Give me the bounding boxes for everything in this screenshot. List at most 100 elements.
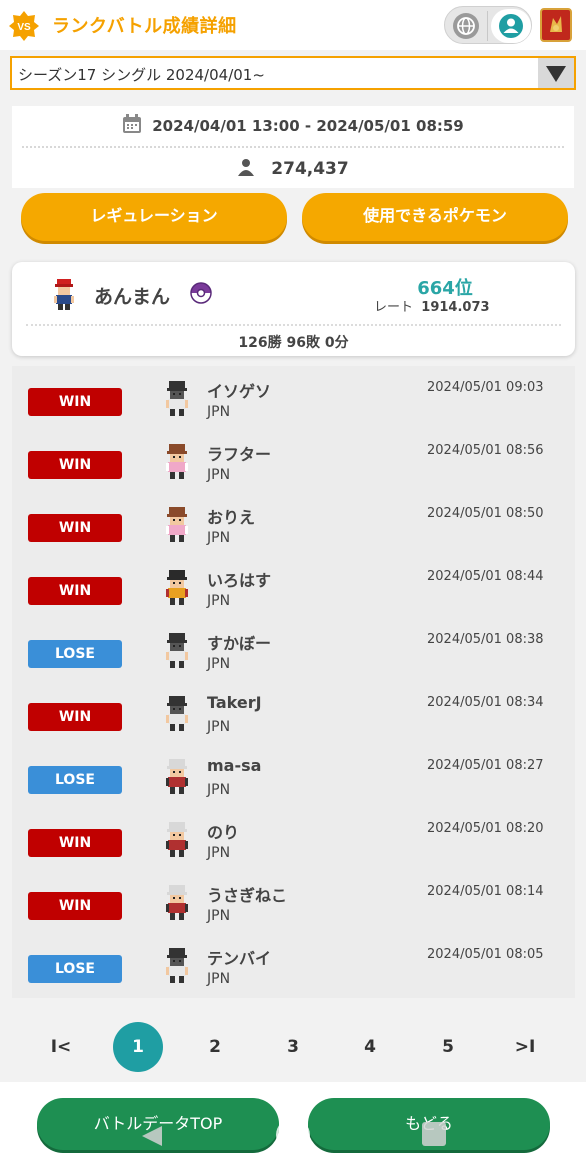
trainer-gold-icon xyxy=(162,569,192,607)
player-count: 274,437 xyxy=(271,159,349,179)
player-name: あんまん xyxy=(94,286,171,308)
battle-row[interactable]: WIN おりえ JPN 2024/05/01 08:50 xyxy=(12,492,575,555)
player-count-row: 274,437 xyxy=(12,158,574,179)
opponent-name: イソゲソ xyxy=(207,382,272,401)
battle-row[interactable]: WIN イソゲソ JPN 2024/05/01 09:03 xyxy=(12,366,575,429)
trainer-red-icon xyxy=(162,758,192,796)
result-badge: WIN xyxy=(28,892,122,920)
app-header: VS ランクバトル成績詳細 xyxy=(0,0,586,50)
trainer-pink-icon xyxy=(162,506,192,544)
opponent-name: テンバイ xyxy=(207,949,272,968)
result-badge: LOSE xyxy=(28,640,122,668)
opponent-country: JPN xyxy=(207,719,231,735)
toggle-divider xyxy=(487,11,488,41)
language-account-toggle[interactable] xyxy=(444,6,532,44)
opponent-country: JPN xyxy=(207,782,231,798)
battle-row[interactable]: WIN ラフター JPN 2024/05/01 08:56 xyxy=(12,429,575,492)
battle-row[interactable]: WIN のり JPN 2024/05/01 08:20 xyxy=(12,807,575,870)
last-page-button[interactable]: >I xyxy=(500,1022,550,1072)
page-button-5[interactable]: 5 xyxy=(423,1022,473,1072)
opponent-country: JPN xyxy=(207,404,231,420)
result-badge: LOSE xyxy=(28,955,122,983)
player-rate: レート 1914.073 xyxy=(374,296,490,315)
trainer-pink-icon xyxy=(162,443,192,481)
battle-row[interactable]: WIN うさぎねこ JPN 2024/05/01 08:14 xyxy=(12,870,575,933)
result-badge: LOSE xyxy=(28,766,122,794)
result-badge: WIN xyxy=(28,388,122,416)
nav-back-icon[interactable] xyxy=(140,1124,164,1148)
trainer-dark-icon xyxy=(162,947,192,985)
page-button-1[interactable]: 1 xyxy=(113,1022,163,1072)
result-badge: WIN xyxy=(28,829,122,857)
player-summary-card: あんまん 664位 レート 1914.073 126勝 96敗 0分 xyxy=(12,262,575,356)
divider xyxy=(22,146,564,148)
trainer-red-icon xyxy=(162,884,192,922)
battle-time: 2024/05/01 08:50 xyxy=(427,506,544,521)
season-period: 2024/04/01 13:00 - 2024/05/01 08:59 xyxy=(152,117,464,135)
page-button-3[interactable]: 3 xyxy=(268,1022,318,1072)
opponent-country: JPN xyxy=(207,656,231,672)
battle-time: 2024/05/01 09:03 xyxy=(427,380,544,395)
result-badge: WIN xyxy=(28,514,122,542)
calendar-icon xyxy=(123,114,142,133)
battle-row[interactable]: LOSE すかぼー JPN 2024/05/01 08:38 xyxy=(12,618,575,681)
battle-time: 2024/05/01 08:27 xyxy=(427,758,544,773)
game-crest-icon[interactable] xyxy=(540,8,572,42)
battle-row[interactable]: WIN TakerJ JPN 2024/05/01 08:34 xyxy=(12,681,575,744)
result-badge: WIN xyxy=(28,703,122,731)
battle-row[interactable]: WIN いろはす JPN 2024/05/01 08:44 xyxy=(12,555,575,618)
result-badge: WIN xyxy=(28,577,122,605)
opponent-country: JPN xyxy=(207,593,231,609)
opponent-name: うさぎねこ xyxy=(207,886,288,905)
regulation-button[interactable]: レギュレーション xyxy=(21,193,287,241)
battle-history-list: WIN イソゲソ JPN 2024/05/01 09:03 WIN ラフター J… xyxy=(12,366,575,998)
opponent-name: ラフター xyxy=(207,445,272,464)
opponent-country: JPN xyxy=(207,971,231,987)
page-title: ランクバトル成績詳細 xyxy=(52,16,237,37)
season-info-box: 2024/04/01 13:00 - 2024/05/01 08:59 274,… xyxy=(12,106,574,188)
nav-recent-apps-icon[interactable] xyxy=(422,1122,446,1146)
bottom-action-bar: バトルデータTOP もどる xyxy=(0,1082,586,1172)
vs-badge-text: VS xyxy=(17,22,31,33)
globe-icon[interactable] xyxy=(453,13,479,39)
opponent-country: JPN xyxy=(207,908,231,924)
opponent-country: JPN xyxy=(207,467,231,483)
trainer-dark-icon xyxy=(162,380,192,418)
trainer-dark-icon xyxy=(162,632,192,670)
battle-row[interactable]: LOSE テンバイ JPN 2024/05/01 08:05 xyxy=(12,933,575,996)
result-badge: WIN xyxy=(28,451,122,479)
battle-time: 2024/05/01 08:56 xyxy=(427,443,544,458)
player-avatar-icon xyxy=(54,279,74,310)
battle-time: 2024/05/01 08:34 xyxy=(427,695,544,710)
rate-value: 1914.073 xyxy=(421,300,490,315)
battle-row[interactable]: LOSE ma-sa JPN 2024/05/01 08:27 xyxy=(12,744,575,807)
trainer-red-icon xyxy=(162,821,192,859)
nav-home-icon[interactable] xyxy=(276,1118,310,1152)
battle-time: 2024/05/01 08:14 xyxy=(427,884,544,899)
chevron-down-icon[interactable] xyxy=(538,58,574,88)
page-button-2[interactable]: 2 xyxy=(190,1022,240,1072)
master-ball-icon xyxy=(190,282,212,304)
opponent-name: のり xyxy=(207,823,240,842)
opponent-name: おりえ xyxy=(207,508,256,527)
battle-time: 2024/05/01 08:05 xyxy=(427,947,544,962)
account-icon[interactable] xyxy=(491,9,531,43)
vs-badge-icon: VS xyxy=(9,11,39,41)
opponent-name: TakerJ xyxy=(207,693,262,712)
opponent-name: すかぼー xyxy=(207,634,272,653)
opponent-country: JPN xyxy=(207,845,231,861)
divider xyxy=(26,324,561,326)
opponent-name: いろはす xyxy=(207,571,272,590)
pagination: I< 1 2 3 4 5 >I xyxy=(0,1022,586,1074)
page-button-4[interactable]: 4 xyxy=(345,1022,395,1072)
win-loss-record: 126勝 96敗 0分 xyxy=(238,335,349,351)
season-period-row: 2024/04/01 13:00 - 2024/05/01 08:59 xyxy=(12,114,574,135)
season-select-value: シーズン17 シングル 2024/04/01~ xyxy=(18,66,265,84)
trainer-dark-icon xyxy=(162,695,192,733)
opponent-name: ma-sa xyxy=(207,756,262,775)
battle-time: 2024/05/01 08:44 xyxy=(427,569,544,584)
first-page-button[interactable]: I< xyxy=(36,1022,86,1072)
usable-pokemon-button[interactable]: 使用できるポケモン xyxy=(302,193,568,241)
season-select[interactable]: シーズン17 シングル 2024/04/01~ xyxy=(10,56,576,90)
opponent-country: JPN xyxy=(207,530,231,546)
